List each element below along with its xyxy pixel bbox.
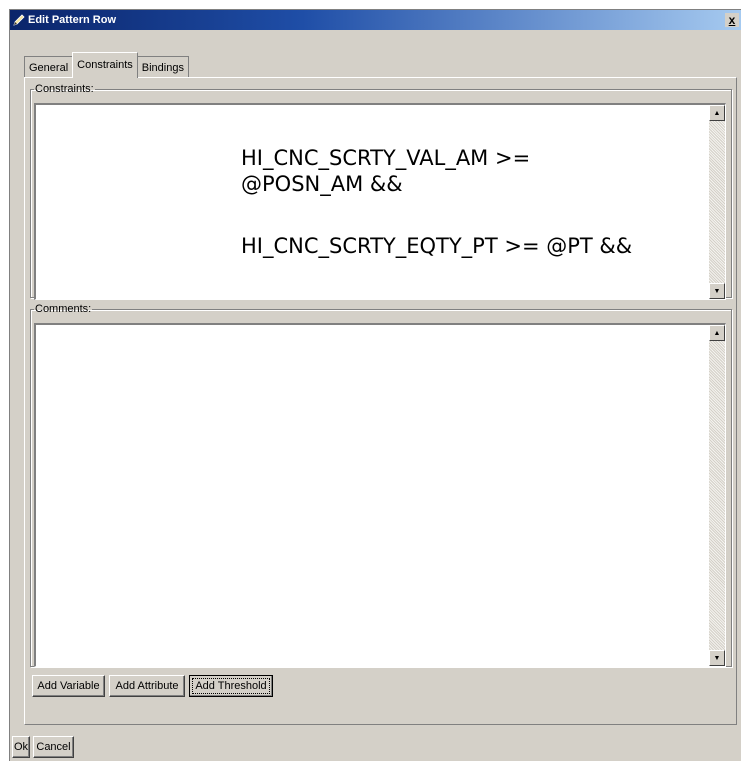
scroll-down-arrow-icon[interactable]: ▼ (709, 283, 725, 299)
tab-general[interactable]: General (24, 56, 74, 78)
constraints-content: HI_CNC_SCRTY_VAL_AM >= @POSN_AM && HI_CN… (241, 119, 641, 295)
comments-legend: Comments: (35, 303, 92, 315)
scroll-up-arrow-icon[interactable]: ▲ (709, 105, 725, 121)
constraints-textarea[interactable]: HI_CNC_SCRTY_VAL_AM >= @POSN_AM && HI_CN… (34, 103, 726, 300)
scroll-up-arrow-icon[interactable]: ▲ (709, 325, 725, 341)
pencil-icon (12, 13, 26, 27)
tab-strip: General Constraints Bindings (24, 52, 189, 78)
ok-button[interactable]: Ok (12, 736, 30, 758)
comments-scrollbar[interactable]: ▲ ▼ (709, 325, 725, 666)
add-threshold-button[interactable]: Add Threshold (189, 675, 273, 697)
add-variable-button[interactable]: Add Variable (32, 675, 105, 697)
constraints-legend: Constraints: (35, 83, 94, 95)
add-attribute-button[interactable]: Add Attribute (109, 675, 185, 697)
title-bar[interactable]: Edit Pattern Row x (10, 10, 741, 30)
close-button[interactable]: x (725, 13, 739, 27)
tab-constraints[interactable]: Constraints (72, 52, 138, 78)
constraint-line: HI_CNC_SCRTY_VAL_AM >= @POSN_AM && (241, 146, 531, 196)
constraints-scrollbar[interactable]: ▲ ▼ (709, 105, 725, 299)
comments-textarea[interactable]: ▲ ▼ (34, 323, 726, 667)
cancel-button[interactable]: Cancel (33, 736, 74, 758)
tab-bindings[interactable]: Bindings (136, 56, 189, 78)
constraint-line: HI_CNC_SCRTY_EQTY_PT >= @PT && (241, 234, 633, 258)
constraints-tab-panel: Constraints: HI_CNC_SCRTY_VAL_AM >= @POS… (24, 77, 737, 725)
scroll-down-arrow-icon[interactable]: ▼ (709, 650, 725, 666)
window-title: Edit Pattern Row (28, 14, 117, 26)
comments-group: Comments: ▲ ▼ (30, 304, 732, 667)
constraints-group: Constraints: HI_CNC_SCRTY_VAL_AM >= @POS… (30, 83, 732, 300)
edit-pattern-row-dialog: Edit Pattern Row x General Constraints B… (9, 9, 741, 761)
